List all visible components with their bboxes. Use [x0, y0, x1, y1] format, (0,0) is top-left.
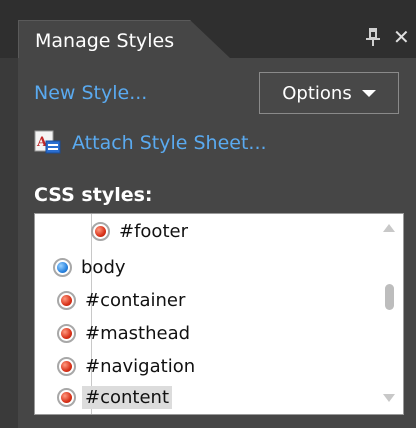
- attach-style-sheet-link[interactable]: A Attach Style Sheet...: [34, 128, 267, 158]
- css-styles-list[interactable]: #footer body #container #masthead #navig…: [34, 213, 404, 415]
- list-item-label: #navigation: [85, 355, 196, 377]
- id-selector-bullet-icon: [57, 356, 76, 376]
- list-item-label: body: [81, 256, 126, 278]
- list-item-masthead[interactable]: #masthead: [57, 320, 193, 346]
- vertical-scrollbar[interactable]: [376, 214, 403, 414]
- list-item-navigation[interactable]: #navigation: [57, 353, 198, 379]
- manage-styles-panel: Manage Styles ✕ New Style... Options A A…: [0, 0, 416, 428]
- list-item-content[interactable]: #content: [57, 384, 172, 410]
- id-selector-bullet-icon: [91, 221, 110, 241]
- attach-stylesheet-icon: A: [34, 130, 61, 154]
- scroll-down-arrow-icon[interactable]: [383, 394, 395, 402]
- scroll-up-arrow-icon[interactable]: [383, 224, 395, 232]
- new-style-link[interactable]: New Style...: [34, 82, 147, 104]
- attach-style-sheet-label: Attach Style Sheet...: [72, 132, 267, 154]
- id-selector-bullet-icon: [57, 387, 76, 407]
- list-item-label: #masthead: [85, 322, 191, 344]
- options-button[interactable]: Options: [259, 72, 399, 114]
- list-item-container[interactable]: #container: [57, 287, 188, 313]
- chevron-down-icon: [361, 89, 376, 97]
- css-styles-label: CSS styles:: [34, 184, 153, 206]
- list-item-label: #container: [85, 289, 186, 311]
- element-selector-bullet-icon: [53, 257, 72, 277]
- id-selector-bullet-icon: [57, 323, 76, 343]
- list-item-footer[interactable]: #footer: [91, 218, 191, 244]
- scroll-thumb[interactable]: [385, 284, 394, 310]
- pin-icon[interactable]: [364, 27, 382, 47]
- id-selector-bullet-icon: [57, 290, 76, 310]
- list-item-label-selected: #content: [82, 385, 172, 409]
- close-icon[interactable]: ✕: [393, 26, 413, 48]
- tab-title: Manage Styles: [35, 30, 175, 52]
- list-item-label: #footer: [119, 220, 188, 242]
- list-item-body[interactable]: body: [53, 254, 129, 280]
- options-label: Options: [282, 82, 352, 104]
